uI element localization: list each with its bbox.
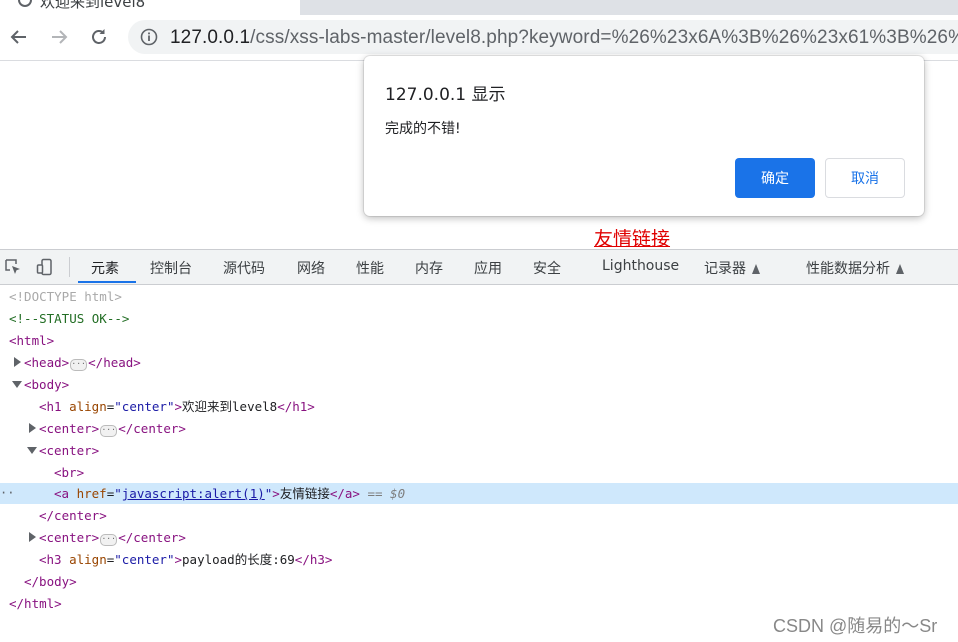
tab-security[interactable]: 安全	[533, 258, 561, 278]
html-close-tag: </html>	[9, 596, 62, 611]
more-options-icon[interactable]: ··	[0, 483, 14, 504]
expand-triangle-icon[interactable]	[29, 423, 36, 433]
h1-text: 欢迎来到level8	[182, 399, 278, 414]
expand-triangle-icon[interactable]	[29, 532, 36, 542]
comment-text: <!--STATUS OK-->	[9, 311, 130, 326]
h3-attr-name: align	[69, 552, 107, 567]
tab-strip: 欢迎来到level8	[0, 0, 958, 15]
center-close-tag: </center>	[118, 421, 186, 436]
cancel-button[interactable]: 取消	[825, 158, 905, 198]
forward-button[interactable]	[44, 22, 74, 52]
a-text: 友情链接	[279, 486, 330, 501]
devtools-separator	[69, 257, 70, 277]
inspect-element-icon[interactable]	[4, 258, 22, 276]
dom-node-head[interactable]: <head> ··· </head>	[0, 352, 958, 373]
dom-node-doctype[interactable]: <!DOCTYPE html>	[0, 286, 958, 307]
devtools-tabbar: 元素 控制台 源代码 网络 性能 内存 应用 安全 Lighthouse 记录器…	[0, 250, 958, 285]
reload-icon	[92, 29, 106, 44]
collapse-triangle-icon[interactable]	[12, 381, 22, 388]
dom-node-h3[interactable]: <h3 align="center">payload的长度:69</h3>	[0, 549, 958, 570]
friend-link[interactable]: 友情链接	[594, 224, 670, 251]
devtools-panel: 元素 控制台 源代码 网络 性能 内存 应用 安全 Lighthouse 记录器…	[0, 249, 958, 642]
back-arrow-icon	[10, 30, 26, 44]
browser-toolbar: 127.0.0.1/css/xss-labs-master/level8.php…	[0, 15, 958, 61]
tab-performance-insights-label: 性能数据分析	[806, 261, 890, 277]
dom-node-center-2-close[interactable]: </center>	[0, 505, 958, 526]
back-button[interactable]	[4, 22, 34, 52]
forward-arrow-icon	[52, 30, 68, 44]
body-open-tag: <body>	[24, 377, 70, 392]
body-close-tag: </body>	[24, 574, 77, 589]
h1-attr-name: align	[69, 399, 107, 414]
tab-favicon-icon	[18, 0, 32, 7]
center-close-tag: </center>	[39, 508, 107, 523]
tab-console[interactable]: 控制台	[150, 258, 192, 278]
dom-node-comment[interactable]: <!--STATUS OK-->	[0, 308, 958, 329]
collapse-triangle-icon[interactable]	[27, 447, 37, 454]
tab-performance-insights[interactable]: 性能数据分析	[806, 258, 904, 278]
dom-node-br[interactable]: <br>	[0, 462, 958, 483]
dom-node-body[interactable]: <body>	[0, 374, 958, 395]
dom-node-center-2[interactable]: <center>	[0, 440, 958, 461]
head-close-tag: </head>	[88, 355, 141, 370]
dom-node-center-3[interactable]: <center> ··· </center>	[0, 527, 958, 548]
url-path: /css/xss-labs-master/level8.php?keyword=…	[250, 27, 958, 48]
active-tab-indicator	[78, 281, 136, 283]
ok-button[interactable]: 确定	[735, 158, 815, 198]
tab-recorder-label: 记录器	[704, 261, 746, 277]
reload-button[interactable]	[84, 22, 114, 52]
collapsed-ellipsis-icon[interactable]: ···	[70, 359, 88, 371]
tab-sources[interactable]: 源代码	[223, 258, 265, 278]
dom-node-a-selected[interactable]: ·· <a href="javascript:alert(1)">友情链接</a…	[0, 483, 958, 504]
h1-attr-value: "center"	[114, 399, 175, 414]
head-open-tag: <head>	[24, 355, 70, 370]
tab-recorder[interactable]: 记录器	[704, 258, 760, 278]
watermark: CSDN @随易的～Sr	[773, 616, 938, 636]
h1-close-tag: </h1>	[277, 399, 315, 414]
a-attr-name: href	[76, 486, 107, 501]
tab-lighthouse[interactable]: Lighthouse	[602, 258, 679, 274]
collapsed-ellipsis-icon[interactable]: ···	[100, 425, 118, 437]
collapsed-ellipsis-icon[interactable]: ···	[100, 534, 118, 546]
h3-close-tag: </h3>	[294, 552, 333, 567]
info-icon[interactable]	[140, 28, 158, 46]
url-host: 127.0.0.1	[170, 27, 251, 48]
h3-text: payload的长度:69	[182, 552, 295, 567]
dialog-title: 127.0.0.1 显示	[385, 85, 506, 105]
expand-triangle-icon[interactable]	[14, 357, 21, 367]
tab-title: 欢迎来到level8	[40, 0, 146, 11]
dialog-message: 完成的不错!	[385, 121, 461, 137]
selected-node-marker: == $0	[367, 486, 406, 501]
device-toolbar-icon[interactable]	[36, 258, 54, 276]
dom-node-html[interactable]: <html>	[0, 330, 958, 351]
experiment-icon	[752, 264, 760, 274]
h3-tag: <h3	[39, 552, 62, 567]
center-open-tag: <center>	[39, 530, 100, 545]
h1-tag: <h1	[39, 399, 62, 414]
dom-node-html-close[interactable]: </html>	[0, 593, 958, 614]
alert-dialog: 127.0.0.1 显示 完成的不错! 确定 取消	[364, 56, 924, 216]
experiment-icon	[896, 264, 904, 274]
browser-tab[interactable]: 欢迎来到level8	[0, 0, 300, 15]
dom-node-h1[interactable]: <h1 align="center">欢迎来到level8</h1>	[0, 396, 958, 417]
br-tag: <br>	[54, 465, 85, 480]
a-close-tag: </a>	[329, 486, 360, 501]
address-bar[interactable]: 127.0.0.1/css/xss-labs-master/level8.php…	[128, 20, 958, 54]
tab-memory[interactable]: 内存	[415, 258, 443, 278]
center-open-tag: <center>	[39, 421, 100, 436]
h3-attr-value: "center"	[114, 552, 175, 567]
tab-performance[interactable]: 性能	[356, 258, 384, 278]
a-href-link[interactable]: javascript:alert(1)	[122, 486, 265, 501]
center-close-tag: </center>	[118, 530, 186, 545]
dom-node-center-1[interactable]: <center> ··· </center>	[0, 418, 958, 439]
center-open-tag: <center>	[39, 443, 100, 458]
dom-node-body-close[interactable]: </body>	[0, 571, 958, 592]
a-tag: <a	[54, 486, 70, 501]
url-text[interactable]: 127.0.0.1/css/xss-labs-master/level8.php…	[170, 27, 958, 49]
tab-elements[interactable]: 元素	[91, 258, 119, 278]
doctype-text: <!DOCTYPE html>	[9, 289, 122, 304]
tab-application[interactable]: 应用	[474, 258, 502, 278]
tab-network[interactable]: 网络	[297, 258, 325, 278]
html-open-tag: <html>	[9, 333, 55, 348]
